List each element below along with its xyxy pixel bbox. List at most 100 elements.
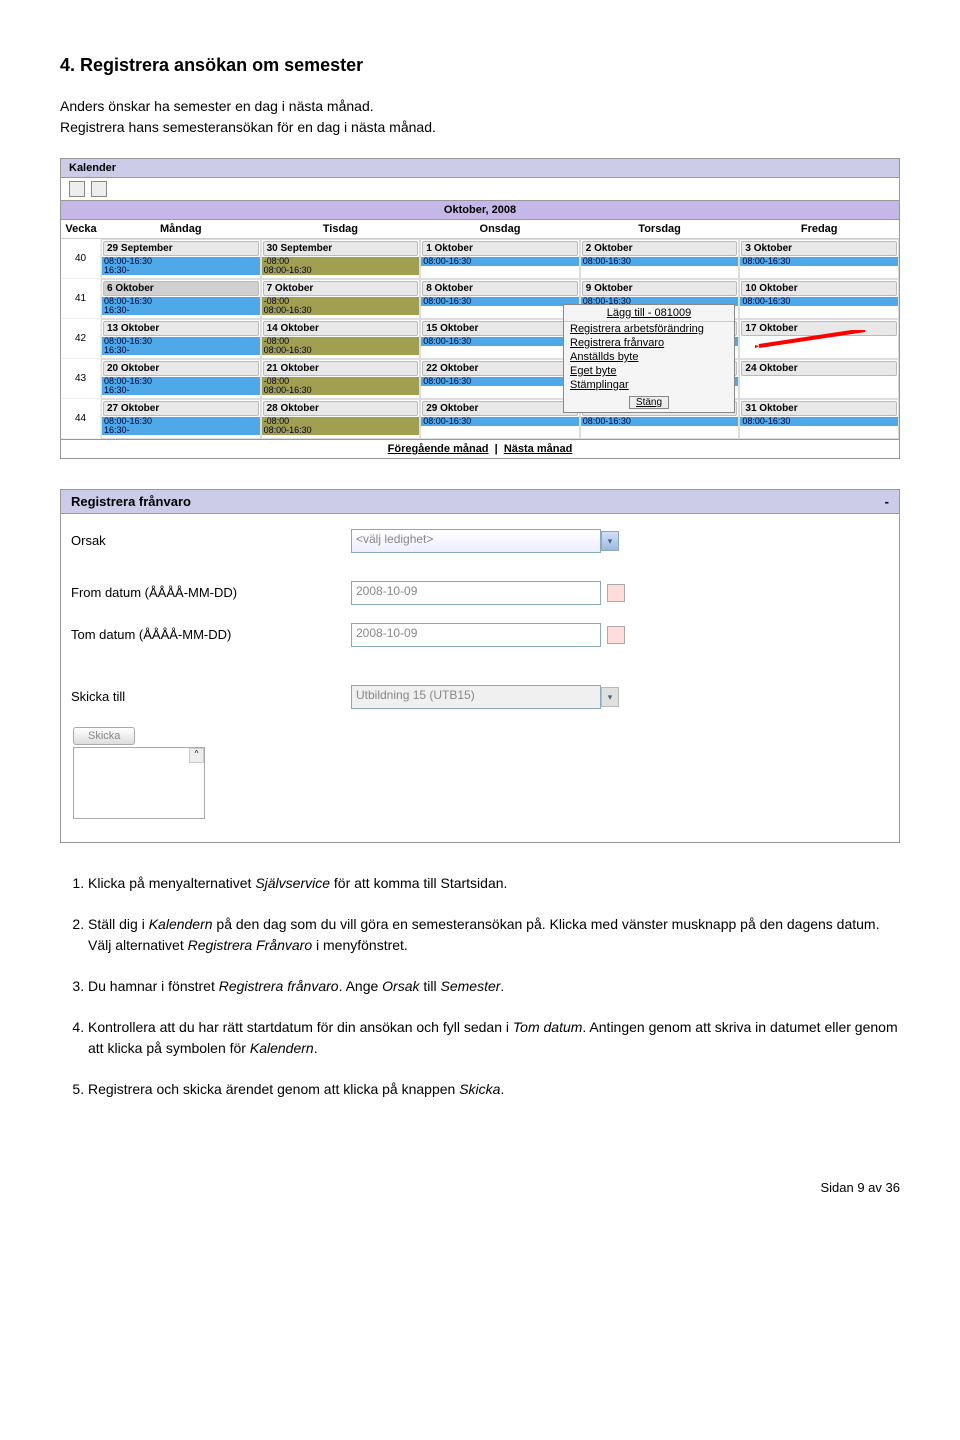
- intro-line-1: Anders önskar ha semester en dag i nästa…: [60, 98, 374, 114]
- calendar-day-cell[interactable]: 27 Oktober08:00-16:3016:30-: [101, 399, 261, 439]
- week-column-header: Vecka: [61, 220, 101, 239]
- day-column-header: Torsdag: [580, 220, 740, 239]
- calendar-day-cell[interactable]: 15 Oktober08:00-16:30: [420, 319, 580, 359]
- step-1: Klicka på menyalternativet Självservice …: [88, 873, 900, 894]
- calendar-month: Oktober, 2008: [61, 200, 899, 220]
- ctx-menu-item[interactable]: Registrera frånvaro: [564, 336, 734, 350]
- ctx-menu-item[interactable]: Stämplingar: [564, 378, 734, 392]
- next-month-link[interactable]: Nästa månad: [504, 443, 572, 455]
- ctx-menu-title: Lägg till - 081009: [564, 305, 734, 322]
- skicka-till-select[interactable]: Utbildning 15 (UTB15): [351, 685, 601, 709]
- page-heading: 4. Registrera ansökan om semester: [60, 55, 900, 76]
- calendar-date-label: 27 Oktober: [103, 401, 259, 416]
- calendar-title: Kalender: [61, 159, 899, 178]
- calendar-date-label: 22 Oktober: [422, 361, 578, 376]
- step-4: Kontrollera att du har rätt startdatum f…: [88, 1017, 900, 1059]
- calendar-date-label: 20 Oktober: [103, 361, 259, 376]
- calendar-date-label: 24 Oktober: [741, 361, 897, 376]
- page-number: Sidan 9 av 36: [60, 1180, 900, 1195]
- calendar-icon[interactable]: [607, 626, 625, 644]
- time-bar: 08:00-16:30: [421, 377, 579, 386]
- chevron-down-icon[interactable]: ▾: [601, 531, 619, 551]
- time-bar: 16:30-: [102, 266, 260, 275]
- week-number: 44: [61, 399, 101, 439]
- time-bar: 08:00-16:30: [740, 297, 898, 306]
- ctx-menu-close-row: Stäng: [568, 396, 730, 408]
- calendar-date-label: 1 Oktober: [422, 241, 578, 256]
- instruction-list: Klicka på menyalternativet Självservice …: [60, 873, 900, 1100]
- calendar-grid: VeckaMåndagTisdagOnsdagTorsdagFredag4029…: [61, 220, 899, 439]
- time-bar: 08:00-16:30: [421, 337, 579, 346]
- calendar-day-cell[interactable]: 10 Oktober08:00-16:30: [739, 279, 899, 319]
- calendar-date-label: 7 Oktober: [263, 281, 419, 296]
- time-bar: 08:00-16:30: [740, 257, 898, 266]
- ctx-menu-item[interactable]: Anställds byte: [564, 350, 734, 364]
- week-number: 41: [61, 279, 101, 319]
- calendar-day-cell[interactable]: 21 Oktober-08:0008:00-16:30: [261, 359, 421, 399]
- calendar-day-cell[interactable]: 29 Oktober08:00-16:30: [420, 399, 580, 439]
- calendar-date-label: 10 Oktober: [741, 281, 897, 296]
- time-bar: 08:00-16:30: [421, 257, 579, 266]
- annotation-arrow: [755, 330, 875, 350]
- ctx-menu-item[interactable]: Registrera arbetsförändring: [564, 322, 734, 336]
- ctx-menu-item[interactable]: Eget byte: [564, 364, 734, 378]
- calendar-date-label: 30 September: [263, 241, 419, 256]
- calendar-day-cell[interactable]: 8 Oktober08:00-16:30: [420, 279, 580, 319]
- step-3: Du hamnar i fönstret Registrera frånvaro…: [88, 976, 900, 997]
- step-2: Ställ dig i Kalendern på den dag som du …: [88, 914, 900, 956]
- calendar-date-label: 3 Oktober: [741, 241, 897, 256]
- time-bar: 08:00-16:30: [581, 257, 739, 266]
- day-column-header: Måndag: [101, 220, 261, 239]
- time-bar: 08:00-16:30: [740, 417, 898, 426]
- time-bar: 16:30-: [102, 386, 260, 395]
- calendar-day-cell[interactable]: 2 Oktober08:00-16:30: [580, 239, 740, 279]
- skicka-button[interactable]: Skicka: [73, 727, 135, 745]
- calendar-day-cell[interactable]: 30 September-08:0008:00-16:30: [261, 239, 421, 279]
- week-number: 42: [61, 319, 101, 359]
- from-date-input[interactable]: 2008-10-09: [351, 581, 601, 605]
- time-bar: 08:00-16:30: [421, 417, 579, 426]
- time-bar: 08:00-16:30: [262, 386, 420, 395]
- comment-textarea[interactable]: ^: [73, 747, 205, 819]
- calendar-day-cell[interactable]: 6 Oktober08:00-16:3016:30-: [101, 279, 261, 319]
- tom-date-input[interactable]: 2008-10-09: [351, 623, 601, 647]
- prev-month-link[interactable]: Föregående månad: [388, 443, 489, 455]
- page-icon[interactable]: [91, 181, 107, 197]
- calendar-date-label: 29 September: [103, 241, 259, 256]
- time-bar: 16:30-: [102, 306, 260, 315]
- orsak-select[interactable]: <välj ledighet>: [351, 529, 601, 553]
- calendar-icon[interactable]: [607, 584, 625, 602]
- time-bar: 08:00-16:30: [262, 346, 420, 355]
- context-menu: Lägg till - 081009 Registrera arbetsförä…: [563, 304, 735, 413]
- calendar-day-cell[interactable]: 7 Oktober-08:0008:00-16:30: [261, 279, 421, 319]
- tom-date-label: Tom datum (ÅÅÅÅ-MM-DD): [71, 627, 351, 642]
- calendar-date-label: 6 Oktober: [103, 281, 259, 296]
- time-bar: 08:00-16:30: [262, 426, 420, 435]
- day-column-header: Onsdag: [420, 220, 580, 239]
- calendar-day-cell[interactable]: 14 Oktober-08:0008:00-16:30: [261, 319, 421, 359]
- calendar-day-cell[interactable]: 1 Oktober08:00-16:30: [420, 239, 580, 279]
- time-bar: 08:00-16:30: [421, 297, 579, 306]
- calendar-day-cell[interactable]: 24 Oktober: [739, 359, 899, 399]
- ctx-close-button[interactable]: Stäng: [629, 396, 669, 409]
- calendar-date-label: 2 Oktober: [582, 241, 738, 256]
- calendar-day-cell[interactable]: 20 Oktober08:00-16:3016:30-: [101, 359, 261, 399]
- time-bar: 08:00-16:30: [262, 266, 420, 275]
- calendar-date-label: 21 Oktober: [263, 361, 419, 376]
- minimize-icon[interactable]: -: [885, 494, 889, 509]
- skicka-till-label: Skicka till: [71, 689, 351, 704]
- day-column-header: Fredag: [739, 220, 899, 239]
- calendar-date-label: 13 Oktober: [103, 321, 259, 336]
- calendar-day-cell[interactable]: 29 September08:00-16:3016:30-: [101, 239, 261, 279]
- calendar-day-cell[interactable]: 13 Oktober08:00-16:3016:30-: [101, 319, 261, 359]
- calendar-day-cell[interactable]: 22 Oktober08:00-16:30: [420, 359, 580, 399]
- calendar-date-label: 8 Oktober: [422, 281, 578, 296]
- calendar-toolbar: [61, 178, 899, 200]
- calendar-day-cell[interactable]: 28 Oktober-08:0008:00-16:30: [261, 399, 421, 439]
- calendar-day-cell[interactable]: 31 Oktober08:00-16:30: [739, 399, 899, 439]
- scroll-up-icon: ^: [189, 748, 204, 763]
- calendar-day-cell[interactable]: 3 Oktober08:00-16:30: [739, 239, 899, 279]
- print-icon[interactable]: [69, 181, 85, 197]
- calendar-date-label: 9 Oktober: [582, 281, 738, 296]
- orsak-label: Orsak: [71, 533, 351, 548]
